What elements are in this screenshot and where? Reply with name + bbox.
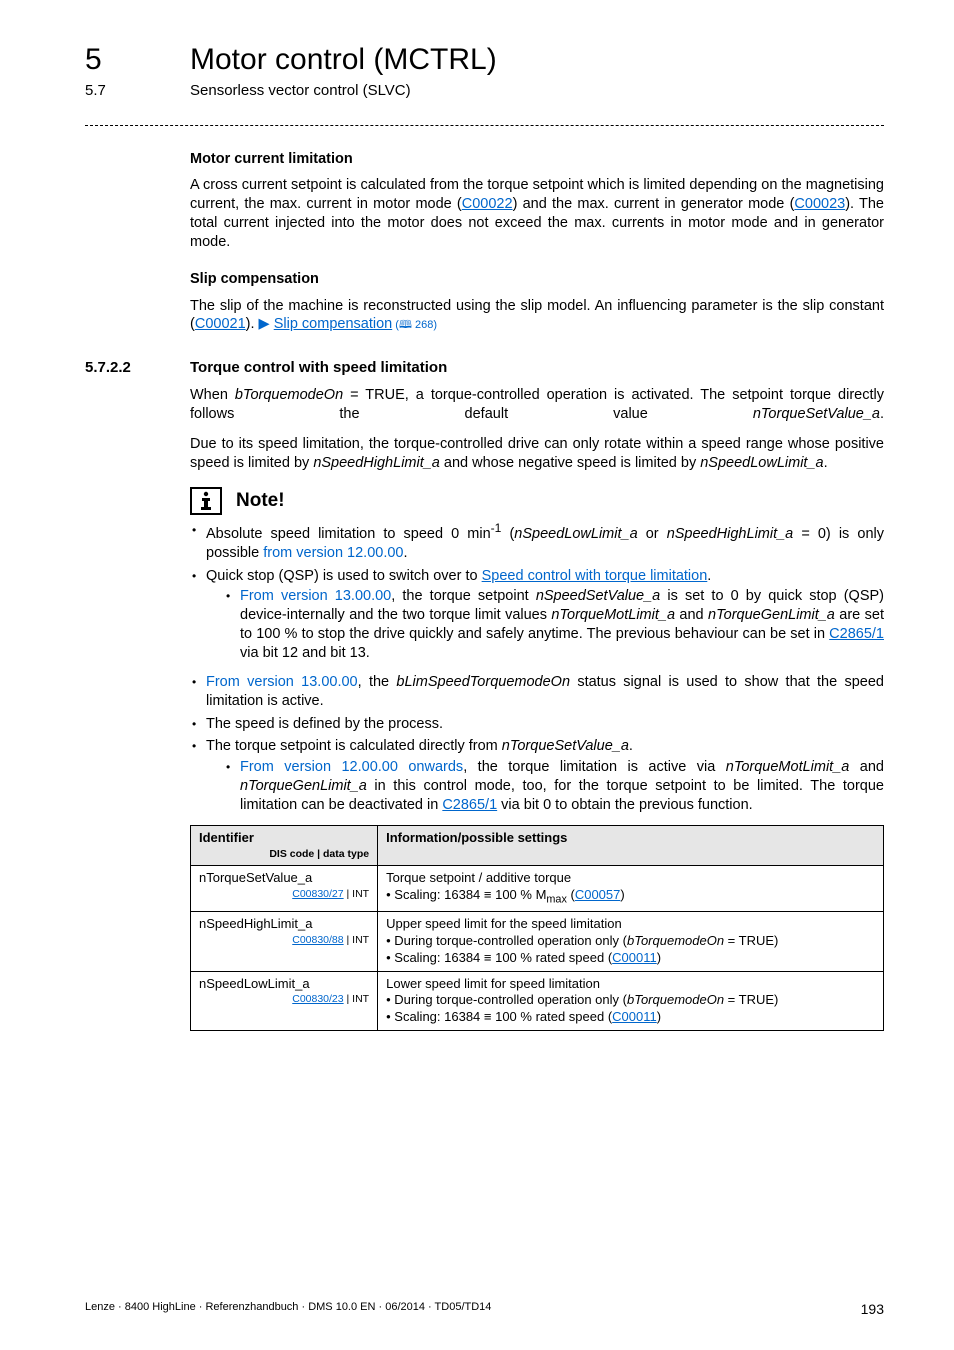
table-header-row: Identifier DIS code | data type Informat… [191, 825, 884, 866]
link-c00830-23[interactable]: C00830/23 [292, 993, 343, 1005]
link-c00057[interactable]: C00057 [575, 887, 621, 902]
divider [85, 125, 884, 126]
section-title: Torque control with speed limitation [190, 358, 447, 378]
page-ref: (🕮 268) [392, 319, 437, 331]
chapter-header: 5 Motor control (MCTRL) [85, 40, 884, 79]
body-item-3: The torque setpoint is calculated direct… [190, 737, 884, 814]
version-note: From version 12.00.00 onwards [240, 759, 463, 775]
chapter-number: 5 [85, 40, 190, 79]
section-5-7-2-2: 5.7.2.2 Torque control with speed limita… [85, 358, 884, 378]
note-list: Absolute speed limitation to speed 0 min… [190, 521, 884, 663]
link-c00021[interactable]: C00021 [195, 316, 246, 332]
para-motor-current: A cross current setpoint is calculated f… [190, 176, 884, 251]
subchapter-header: 5.7 Sensorless vector control (SLVC) [85, 81, 884, 101]
subchapter-title: Sensorless vector control (SLVC) [190, 81, 411, 101]
link-c2865-1[interactable]: C2865/1 [829, 626, 884, 642]
body-item-3-sub: From version 12.00.00 onwards, the torqu… [224, 758, 884, 815]
link-c00830-88[interactable]: C00830/88 [292, 934, 343, 946]
link-speed-control[interactable]: Speed control with torque limitation [482, 568, 708, 584]
para-torque-2: Due to its speed limitation, the torque-… [190, 435, 884, 473]
version-note: from version 12.00.00 [263, 545, 403, 561]
note-label: Note! [236, 489, 285, 514]
link-slip-comp[interactable]: Slip compensation [274, 316, 393, 332]
table-row: nSpeedLowLimit_a C00830/23 | INT Lower s… [191, 971, 884, 1031]
table-row: nTorqueSetValue_a C00830/27 | INT Torque… [191, 866, 884, 912]
footer-text: Lenze · 8400 HighLine · Referenzhandbuch… [85, 1300, 491, 1318]
para-slip: The slip of the machine is reconstructed… [190, 297, 884, 335]
th-info: Information/possible settings [378, 825, 884, 866]
section-number: 5.7.2.2 [85, 358, 190, 378]
table-row: nSpeedHighLimit_a C00830/88 | INT Upper … [191, 911, 884, 971]
body-list: From version 13.00.00, the bLimSpeedTorq… [190, 673, 884, 815]
note-item-2-sub: From version 13.00.00, the torque setpoi… [224, 587, 884, 662]
note-item-1: Absolute speed limitation to speed 0 min… [190, 521, 884, 563]
body-item-1: From version 13.00.00, the bLimSpeedTorq… [190, 673, 884, 711]
arrow-icon: ▶ [259, 316, 270, 332]
info-table: Identifier DIS code | data type Informat… [190, 825, 884, 1031]
body-item-2: The speed is defined by the process. [190, 715, 884, 734]
note-item-2: Quick stop (QSP) is used to switch over … [190, 567, 884, 663]
link-c2865-1[interactable]: C2865/1 [442, 797, 497, 813]
note-header: Note! [190, 487, 884, 515]
info-icon [190, 487, 222, 515]
link-c00022[interactable]: C00022 [462, 196, 513, 212]
th-identifier: Identifier DIS code | data type [191, 825, 378, 866]
link-c00011[interactable]: C00011 [612, 1009, 657, 1024]
subchapter-number: 5.7 [85, 81, 190, 101]
link-c00830-27[interactable]: C00830/27 [292, 888, 343, 900]
link-c00011[interactable]: C00011 [612, 950, 657, 965]
heading-motor-current: Motor current limitation [190, 150, 884, 169]
para-torque-1: When bTorquemodeOn = TRUE, a torque-cont… [190, 386, 884, 424]
version-note: From version 13.00.00 [240, 588, 391, 604]
heading-slip: Slip compensation [190, 270, 884, 289]
page-number: 193 [861, 1300, 884, 1318]
version-note: From version 13.00.00 [206, 674, 358, 690]
chapter-title: Motor control (MCTRL) [190, 40, 497, 79]
link-c00023[interactable]: C00023 [794, 196, 845, 212]
page-footer: Lenze · 8400 HighLine · Referenzhandbuch… [85, 1300, 884, 1318]
